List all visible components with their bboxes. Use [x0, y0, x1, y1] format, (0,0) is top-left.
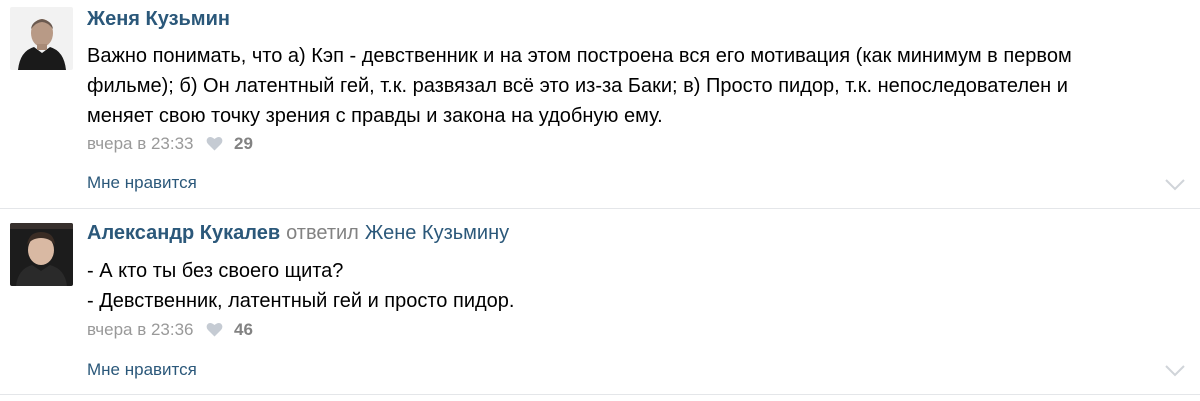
comment-text-line: - А кто ты без своего щита?: [87, 260, 344, 282]
author-name[interactable]: Александр Кукалев: [87, 222, 280, 244]
chevron-down-icon[interactable]: [1164, 364, 1186, 378]
avatar-photo: [10, 7, 73, 70]
chevron-down-icon[interactable]: [1164, 178, 1186, 192]
avatar-photo: [10, 223, 73, 286]
reply-label: ответил: [286, 222, 359, 244]
comment-header: Александр Кукалев ответил Жене Кузьмину: [87, 221, 509, 245]
comment-text: Важно понимать, что а) Кэп - девственник…: [87, 41, 1187, 131]
avatar[interactable]: [10, 7, 73, 70]
comment-text-line: Важно понимать, что а) Кэп - девственник…: [87, 45, 1072, 67]
heart-icon[interactable]: [206, 135, 223, 157]
comment-header: Женя Кузьмин: [87, 7, 230, 31]
like-count[interactable]: 46: [234, 320, 253, 339]
comment: Женя Кузьмин Важно понимать, что а) Кэп …: [0, 0, 1200, 209]
comment-text-line: - Девственник, латентный гей и просто пи…: [87, 290, 515, 312]
reply-to-link[interactable]: Жене Кузьмину: [365, 222, 509, 244]
like-count[interactable]: 29: [234, 134, 253, 153]
avatar[interactable]: [10, 223, 73, 286]
timestamp[interactable]: вчера в 23:36: [87, 320, 194, 339]
comment-meta: вчера в 23:33 29: [87, 133, 253, 157]
timestamp[interactable]: вчера в 23:33: [87, 134, 194, 153]
comment-text: - А кто ты без своего щита? - Девственни…: [87, 256, 1187, 316]
comment-text-line: меняет свою точку зрения с правды и зако…: [87, 105, 663, 127]
like-button[interactable]: Мне нравится: [87, 359, 197, 381]
author-name[interactable]: Женя Кузьмин: [87, 8, 230, 30]
heart-icon[interactable]: [206, 321, 223, 343]
comment-meta: вчера в 23:36 46: [87, 319, 253, 343]
like-button[interactable]: Мне нравится: [87, 172, 197, 194]
comment-text-line: фильме); б) Он латентный гей, т.к. развя…: [87, 75, 1068, 97]
